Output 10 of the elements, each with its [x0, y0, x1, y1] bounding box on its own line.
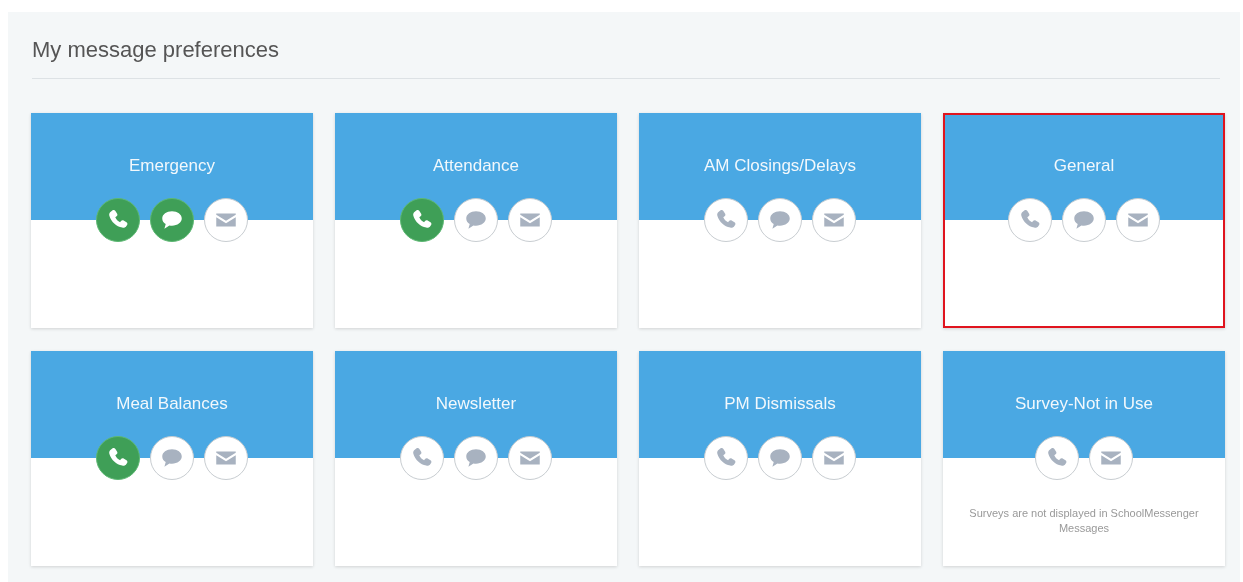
- category-name: General: [1053, 156, 1115, 176]
- section-title: My message preferences: [32, 36, 280, 64]
- card-note: Surveys are not displayed in SchoolMessenger Messages: [968, 506, 1200, 536]
- category-name: Survey-Not in Use: [1015, 394, 1153, 414]
- category-name: Attendance: [433, 156, 519, 176]
- category-name: AM Closings/Delays: [703, 156, 857, 176]
- category-name: Newsletter: [435, 394, 517, 414]
- category-name: Meal Balances: [116, 394, 228, 414]
- category-name: Emergency: [129, 156, 215, 176]
- category-name: PM Dismissals: [724, 394, 836, 414]
